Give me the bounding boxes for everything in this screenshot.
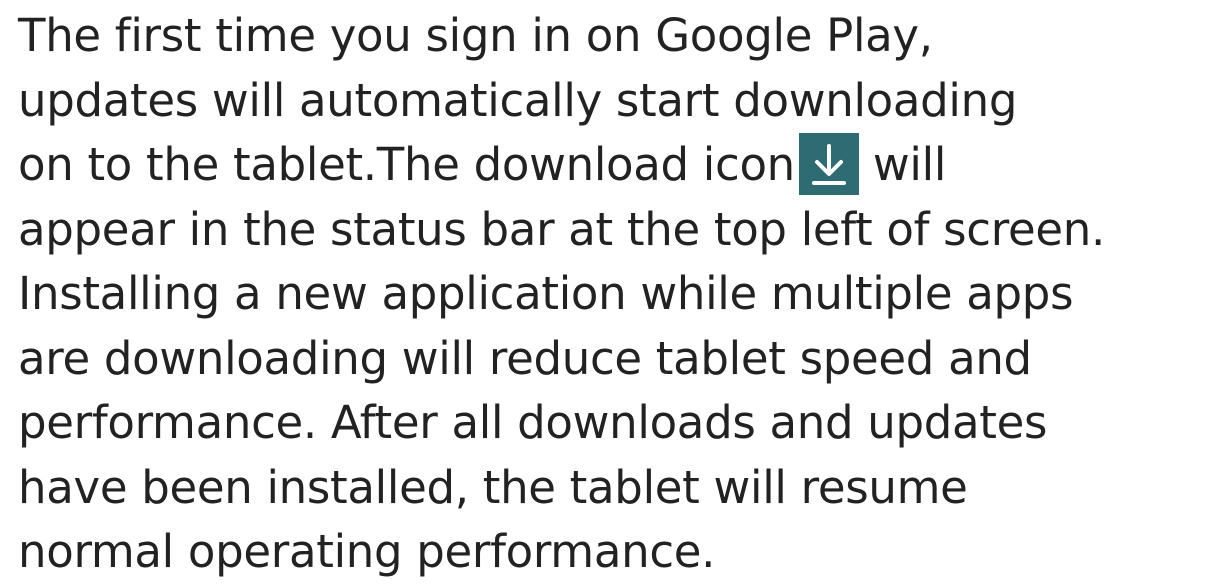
paragraph-line-4: appear in the status bar at the top left… (18, 202, 1105, 256)
paragraph-line-8: have been installed, the tablet will res… (18, 460, 968, 514)
paragraph-line-7: performance. After all downloads and upd… (18, 396, 1048, 449)
paragraph-line-9: normal operating performance. (18, 525, 716, 578)
paragraph-line-3-end: will (872, 138, 947, 191)
paragraph-line-3: on to the tablet.The download icon will (18, 133, 1229, 198)
paragraph-line-1: The first time you sign in on Google Pla… (18, 9, 933, 62)
paragraph-line-6: are downloading will reduce tablet speed… (18, 331, 1032, 385)
paragraph-line-3-start: on to the tablet.The download icon (18, 138, 795, 191)
download-icon (798, 133, 859, 195)
document-body: The first time you sign in on Google Pla… (0, 0, 1229, 581)
paragraph-line-2: updates will automatically start downloa… (18, 73, 1018, 127)
paragraph-line-5: Installing a new application while multi… (18, 267, 1074, 320)
